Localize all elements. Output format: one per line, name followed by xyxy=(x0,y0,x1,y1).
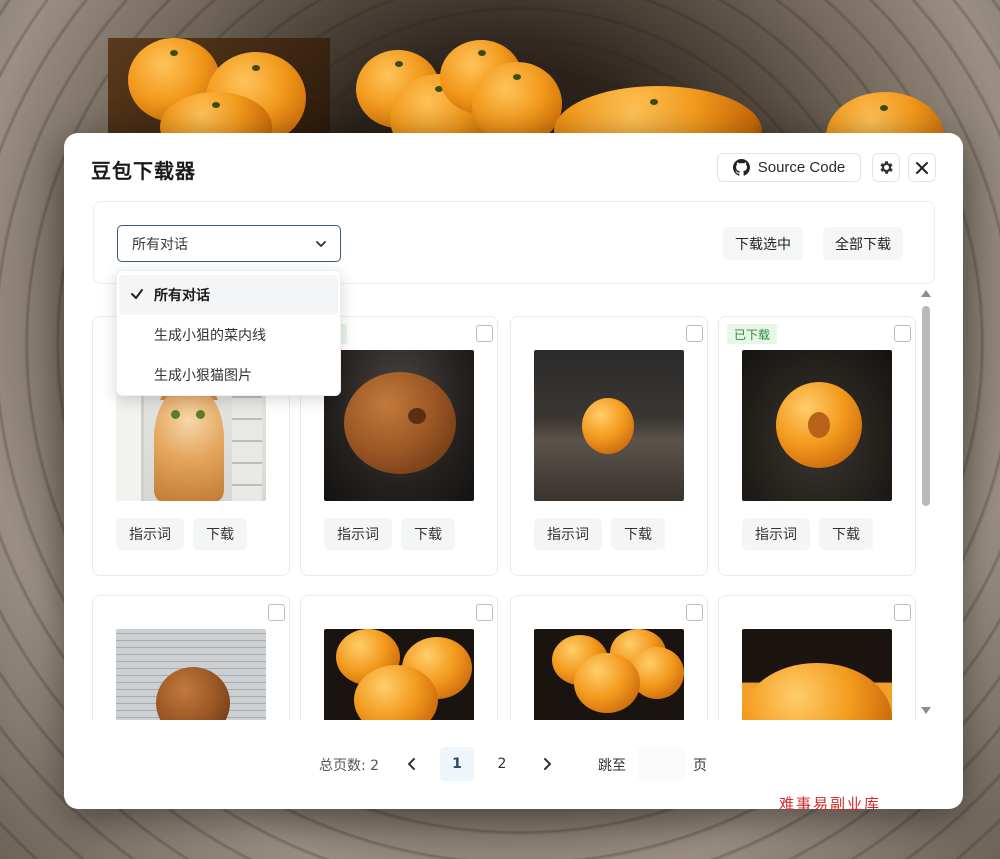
status-badge: 已下载 xyxy=(727,324,778,344)
select-checkbox[interactable] xyxy=(894,604,911,621)
gear-icon xyxy=(879,161,893,174)
thumb-cat-eye xyxy=(196,410,205,419)
dropdown-item-all[interactable]: 所有对话 xyxy=(119,275,338,315)
page-button-1[interactable]: 1 xyxy=(440,747,474,781)
page-suffix-label: 页 xyxy=(693,758,707,774)
thumb-cat xyxy=(154,386,224,501)
total-pages-label: 总页数: 2 xyxy=(319,758,380,774)
watermark-text: 难事易副业库 xyxy=(779,795,882,813)
thumbnail-image[interactable] xyxy=(324,629,474,720)
dropdown-item-label: 生成小狠猫图片 xyxy=(154,368,252,384)
dropdown-item-conversation[interactable]: 生成小狙的菜内线 xyxy=(117,315,340,355)
thumbnail-image[interactable] xyxy=(116,629,266,720)
github-icon xyxy=(732,159,750,176)
prompt-button[interactable]: 指示词 xyxy=(324,518,392,550)
thumb-orange xyxy=(574,653,640,713)
image-card xyxy=(92,595,290,720)
thumb-orange xyxy=(156,667,230,720)
chevron-right-icon xyxy=(544,758,551,770)
download-button[interactable]: 下载 xyxy=(611,518,665,550)
conversation-select[interactable]: 所有对话 xyxy=(117,225,341,262)
thumb-orange xyxy=(776,382,862,468)
conversation-dropdown-menu: 所有对话 生成小狙的菜内线 生成小狠猫图片 xyxy=(116,270,341,396)
select-checkbox[interactable] xyxy=(686,604,703,621)
select-checkbox[interactable] xyxy=(476,325,493,342)
thumb-orange xyxy=(344,372,456,474)
source-code-button[interactable]: Source Code xyxy=(717,153,861,182)
download-button[interactable]: 下载 xyxy=(193,518,247,550)
download-button[interactable]: 下载 xyxy=(819,518,873,550)
settings-button[interactable] xyxy=(872,153,900,182)
thumb-orange-dent xyxy=(808,412,830,438)
download-all-button[interactable]: 全部下载 xyxy=(823,227,903,260)
background-oranges-image xyxy=(108,38,948,182)
goto-page-input[interactable] xyxy=(637,747,687,781)
download-button[interactable]: 下载 xyxy=(401,518,455,550)
image-card: 指示词 下载 xyxy=(510,316,708,576)
close-button[interactable] xyxy=(908,153,936,182)
prompt-button[interactable]: 指示词 xyxy=(534,518,602,550)
thumb-orange xyxy=(742,663,892,720)
select-checkbox[interactable] xyxy=(268,604,285,621)
prev-page-button[interactable] xyxy=(402,754,422,774)
checkmark-icon xyxy=(131,289,143,299)
source-code-label: Source Code xyxy=(757,159,846,176)
thumbnail-image[interactable] xyxy=(534,629,684,720)
select-checkbox[interactable] xyxy=(476,604,493,621)
card-actions: 指示词 下载 xyxy=(116,518,247,550)
thumb-orange-dent xyxy=(408,408,426,424)
thumb-orange xyxy=(582,398,634,454)
dropdown-item-label: 生成小狙的菜内线 xyxy=(154,328,266,344)
prompt-button[interactable]: 指示词 xyxy=(742,518,810,550)
dropdown-item-conversation[interactable]: 生成小狠猫图片 xyxy=(117,355,340,395)
prompt-button[interactable]: 指示词 xyxy=(116,518,184,550)
next-page-button[interactable] xyxy=(537,754,557,774)
dropdown-item-label: 所有对话 xyxy=(154,288,210,304)
page-button-2[interactable]: 2 xyxy=(485,747,519,781)
card-actions: 指示词 下载 xyxy=(324,518,455,550)
thumbnail-image[interactable] xyxy=(742,350,892,501)
thumbnail-image[interactable] xyxy=(324,350,474,501)
close-icon xyxy=(916,161,928,174)
scroll-up-arrow[interactable] xyxy=(921,290,931,297)
download-selected-button[interactable]: 下载选中 xyxy=(723,227,803,260)
conversation-select-value: 所有对话 xyxy=(132,236,188,253)
pagination: 总页数: 2 1 2 跳至 页 xyxy=(64,745,963,783)
downloader-dialog: 豆包下载器 Source Code 所有对话 下载选中 全部下载 指示词 下载 … xyxy=(64,133,963,809)
chevron-left-icon xyxy=(408,758,415,770)
image-card xyxy=(510,595,708,720)
image-card xyxy=(718,595,916,720)
scrollbar-thumb[interactable] xyxy=(922,306,930,506)
select-checkbox[interactable] xyxy=(686,325,703,342)
select-checkbox[interactable] xyxy=(894,325,911,342)
goto-label: 跳至 xyxy=(598,758,626,774)
card-actions: 指示词 下载 xyxy=(742,518,873,550)
image-card xyxy=(300,595,498,720)
thumb-cat-eye xyxy=(171,410,180,419)
thumbnail-image[interactable] xyxy=(534,350,684,501)
dialog-title: 豆包下载器 xyxy=(91,159,196,183)
scroll-down-arrow[interactable] xyxy=(921,707,931,714)
card-actions: 指示词 下载 xyxy=(534,518,665,550)
thumbnail-image[interactable] xyxy=(742,629,892,720)
image-card: 已下载 指示词 下载 xyxy=(718,316,916,576)
chevron-down-icon xyxy=(316,241,326,247)
